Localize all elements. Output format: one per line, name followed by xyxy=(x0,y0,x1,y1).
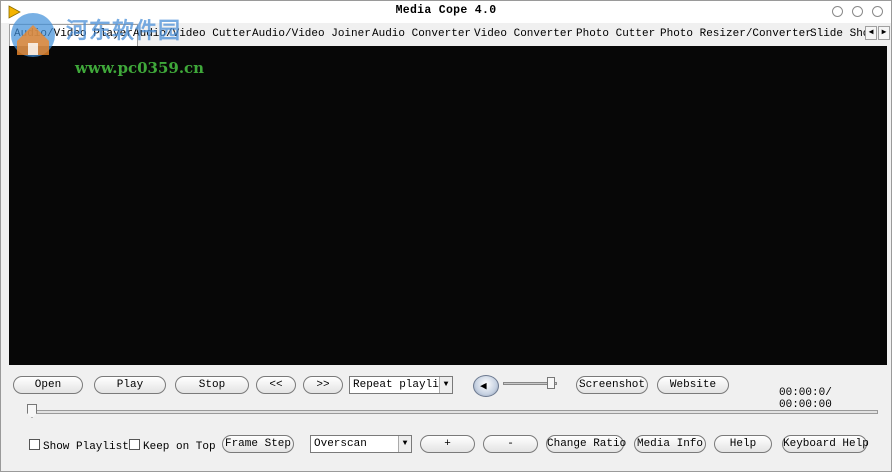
repeat-mode-value: Repeat playli: xyxy=(353,379,446,391)
repeat-mode-select[interactable]: Repeat playli: ▼ xyxy=(349,376,453,394)
play-button[interactable]: Play xyxy=(94,376,166,394)
tab-audio-video-joiner[interactable]: Audio/Video Joiner xyxy=(248,25,375,44)
previous-button[interactable]: << xyxy=(256,376,296,394)
watermark-brand: 河东软件园 xyxy=(66,19,182,44)
volume-mute-button[interactable]: ◀ xyxy=(473,375,499,397)
next-button[interactable]: >> xyxy=(303,376,343,394)
keyboard-help-button[interactable]: Keyboard Help xyxy=(782,435,869,453)
minimize-button[interactable] xyxy=(832,6,843,17)
website-button[interactable]: Website xyxy=(657,376,729,394)
show-playlist-checkbox[interactable]: Show Playlist xyxy=(29,439,129,453)
zoom-in-button[interactable]: + xyxy=(420,435,475,453)
tab-slide-show[interactable]: Slide Sho xyxy=(806,25,874,44)
keep-on-top-checkbox[interactable]: Keep on Top xyxy=(129,439,216,453)
tab-photo-resizer-converter[interactable]: Photo Resizer/Converter xyxy=(656,25,816,44)
screenshot-button[interactable]: Screenshot xyxy=(576,376,648,394)
close-button[interactable] xyxy=(872,6,883,17)
tab-scroll-right-icon[interactable]: ▶ xyxy=(878,26,890,40)
show-playlist-label: Show Playlist xyxy=(43,441,129,453)
seek-slider-thumb[interactable] xyxy=(27,404,37,418)
volume-slider-thumb[interactable] xyxy=(546,377,555,389)
tab-audio-converter[interactable]: Audio Converter xyxy=(368,25,475,44)
chevron-down-icon: ▼ xyxy=(398,436,411,452)
help-button[interactable]: Help xyxy=(714,435,772,453)
watermark-url: www.pc0359.cn xyxy=(75,59,205,77)
open-button[interactable]: Open xyxy=(13,376,83,394)
zoom-out-button[interactable]: - xyxy=(483,435,538,453)
chevron-down-icon: ▼ xyxy=(439,377,452,393)
speaker-icon: ◀ xyxy=(480,381,487,393)
frame-step-button[interactable]: Frame Step xyxy=(222,435,294,453)
seek-slider-track[interactable] xyxy=(31,410,878,414)
app-window: Media Cope 4.0 Audio/Video Player Audio/… xyxy=(0,0,892,472)
maximize-button[interactable] xyxy=(852,6,863,17)
watermark: 河东软件园 www.pc0359.cn xyxy=(9,11,209,77)
media-info-button[interactable]: Media Info xyxy=(634,435,706,453)
watermark-logo-icon xyxy=(11,13,55,57)
video-display[interactable] xyxy=(9,46,887,365)
stop-button[interactable]: Stop xyxy=(175,376,249,394)
checkbox-icon xyxy=(129,439,140,450)
keep-on-top-label: Keep on Top xyxy=(143,441,216,453)
time-display: 00:00:0/ 00:00:00 xyxy=(779,387,832,411)
tab-scroll-left-icon[interactable]: ◀ xyxy=(865,26,877,40)
scan-mode-value: Overscan xyxy=(314,438,367,450)
tab-photo-cutter[interactable]: Photo Cutter xyxy=(572,25,659,44)
change-ratio-button[interactable]: Change Ratio xyxy=(546,435,626,453)
checkbox-icon xyxy=(29,439,40,450)
tab-video-converter[interactable]: Video Converter xyxy=(470,25,577,44)
scan-mode-select[interactable]: Overscan ▼ xyxy=(310,435,412,453)
